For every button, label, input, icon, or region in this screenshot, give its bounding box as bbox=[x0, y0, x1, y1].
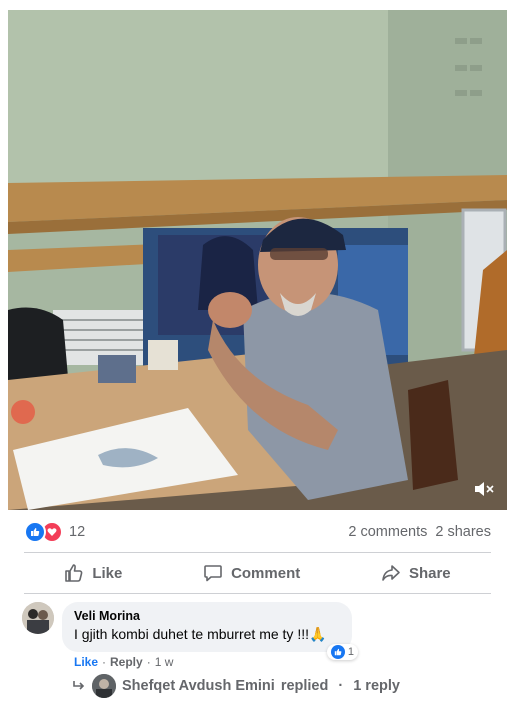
like-reaction-icon bbox=[24, 521, 46, 543]
avatar[interactable] bbox=[22, 602, 54, 634]
comment-author[interactable]: Veli Morina bbox=[74, 609, 340, 623]
reactions-summary[interactable]: 12 bbox=[24, 521, 85, 543]
divider bbox=[24, 593, 491, 594]
reply-arrow-icon bbox=[73, 681, 85, 690]
like-reaction-icon bbox=[330, 645, 345, 659]
separator: · bbox=[146, 655, 151, 669]
replied-label: replied bbox=[280, 678, 329, 694]
share-arrow-icon bbox=[382, 565, 400, 581]
post-video[interactable] bbox=[8, 10, 507, 510]
separator: · bbox=[102, 655, 107, 669]
mute-button[interactable] bbox=[471, 478, 497, 500]
comment-button[interactable]: Comment bbox=[203, 563, 300, 583]
thumbs-up-icon bbox=[65, 564, 83, 582]
reply-count: 1 reply bbox=[353, 678, 400, 694]
comment-actions: Like · Reply · 1 w bbox=[74, 655, 173, 669]
speaker-muted-icon bbox=[475, 482, 494, 496]
comment-bubble: Veli Morina I gjith kombi duhet te mburr… bbox=[62, 602, 358, 660]
reply-author: Shefqet Avdush Emini bbox=[122, 678, 275, 694]
comment-reaction-badge[interactable]: 1 bbox=[326, 644, 358, 660]
separator: · bbox=[338, 678, 344, 694]
avatar bbox=[92, 674, 116, 698]
comment-reply-link[interactable]: Reply bbox=[110, 655, 143, 669]
shares-count[interactable]: 2 shares bbox=[435, 524, 491, 540]
comment-label: Comment bbox=[231, 564, 301, 582]
view-replies[interactable]: Shefqet Avdush Emini replied · 1 reply bbox=[72, 674, 400, 698]
share-label: Share bbox=[408, 564, 451, 582]
comments-count[interactable]: 2 comments bbox=[348, 524, 427, 540]
video-frame bbox=[8, 10, 507, 510]
reaction-icons bbox=[24, 521, 63, 543]
comment-time[interactable]: 1 w bbox=[155, 655, 174, 669]
comment-text: I gjith kombi duhet te mburret me ty !!!… bbox=[74, 626, 327, 642]
post-actions: Like Comment Share bbox=[24, 556, 491, 590]
speech-bubble-icon bbox=[204, 565, 222, 582]
divider bbox=[24, 552, 491, 553]
reactions-count: 12 bbox=[69, 524, 86, 540]
comment-like-link[interactable]: Like bbox=[74, 655, 98, 669]
post-stats: 12 2 comments 2 shares bbox=[24, 519, 491, 545]
like-label: Like bbox=[92, 564, 123, 582]
comment-reaction-count: 1 bbox=[347, 646, 354, 658]
share-button[interactable]: Share bbox=[381, 563, 451, 583]
like-button[interactable]: Like bbox=[64, 563, 122, 583]
